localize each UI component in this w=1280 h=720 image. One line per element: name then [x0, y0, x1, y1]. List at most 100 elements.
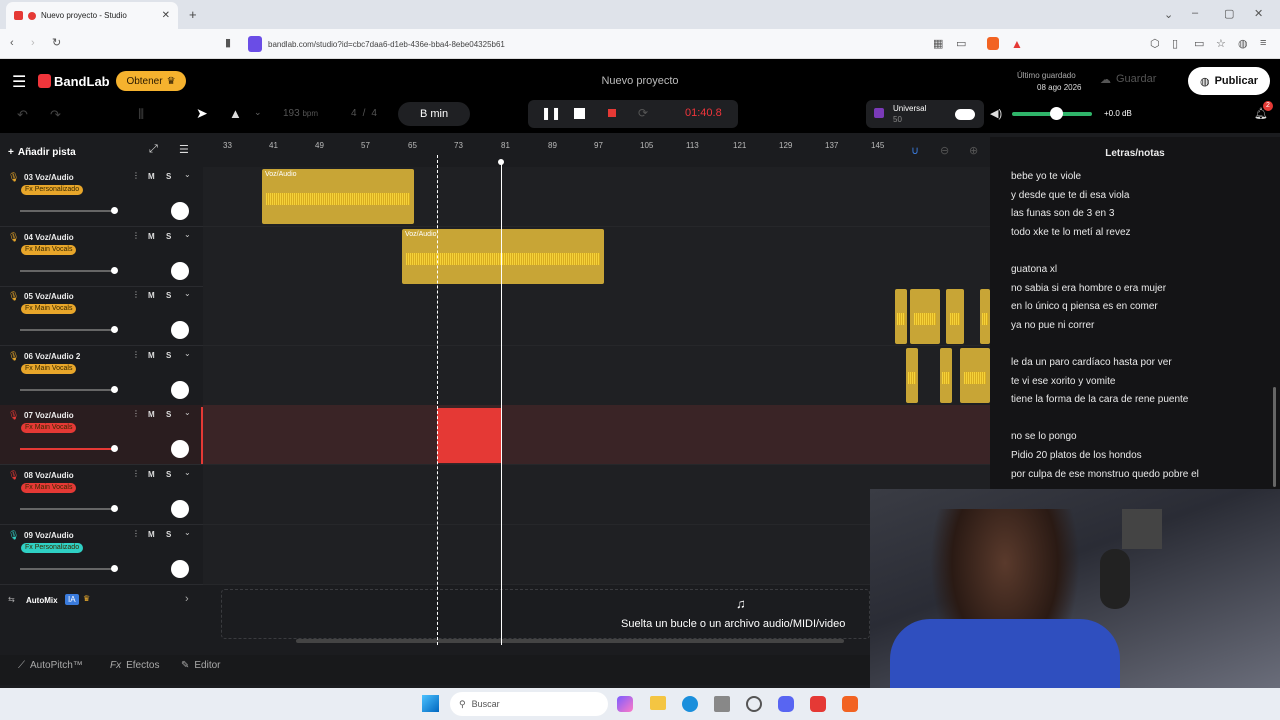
track-menu-icon[interactable]: ⋮ [132, 350, 140, 359]
track-name[interactable]: 04 Voz/Audio [24, 233, 74, 242]
track-header[interactable]: 🎙︎ 09 Voz/Audio Fx Personalizado ⋮ M S ⌄ [0, 525, 203, 585]
windows-start-icon[interactable] [422, 695, 439, 712]
chevron-down-icon[interactable]: ⌄ [184, 349, 191, 358]
audio-clip[interactable] [980, 289, 990, 344]
audio-clip[interactable] [960, 348, 990, 403]
audio-clip[interactable] [895, 289, 907, 344]
track-name[interactable]: 05 Voz/Audio [24, 292, 74, 301]
master-volume-knob[interactable] [1050, 107, 1063, 120]
record-icon[interactable] [608, 109, 616, 117]
volume-slider[interactable] [20, 567, 116, 570]
metronome-dropdown-icon[interactable]: ⌄ [254, 107, 262, 118]
audio-clip[interactable] [946, 289, 964, 344]
browser-tab[interactable]: Nuevo proyecto - Studio ✕ [6, 2, 178, 29]
audio-clip[interactable] [906, 348, 918, 403]
chevron-down-icon[interactable]: ⌄ [184, 528, 191, 537]
playhead[interactable] [501, 161, 502, 645]
track-menu-icon[interactable]: ⋮ [132, 231, 140, 240]
audio-clip[interactable]: Voz/Audio [262, 169, 414, 224]
volume-slider[interactable] [20, 329, 116, 332]
browser-menu-icon[interactable]: ≡ [1260, 37, 1266, 49]
extensions-icon[interactable]: ⬡ [1150, 37, 1160, 50]
sidebar-icon[interactable]: ▯ [1172, 37, 1178, 50]
favorites-icon[interactable]: ☆ [1216, 37, 1226, 50]
pause-icon[interactable]: ❚❚ [541, 106, 561, 120]
solo-button[interactable]: S [166, 291, 171, 300]
obtain-button[interactable]: Obtener ♛ [116, 71, 186, 91]
mute-button[interactable]: M [148, 232, 155, 241]
time-signature-field[interactable]: 4 / 4 [351, 108, 377, 119]
fx-badge[interactable]: Fx Main Vocals [21, 304, 77, 315]
audio-clip[interactable] [940, 348, 952, 403]
snap-magnet-icon[interactable]: ∪ [911, 144, 919, 157]
horizontal-scrollbar[interactable] [296, 639, 844, 643]
lyrics-panel[interactable]: Letras/notas bebe yo te viole y desde que… [990, 137, 1280, 489]
track-lane[interactable] [203, 286, 990, 347]
bpm-field[interactable]: 193 bpm [283, 108, 318, 119]
undo-icon[interactable]: ↶ [17, 107, 28, 123]
fx-badge[interactable]: Fx Main Vocals [21, 244, 77, 255]
forward-icon[interactable]: › [31, 37, 35, 49]
pan-knob[interactable] [171, 261, 189, 280]
universal-toggle[interactable] [955, 109, 975, 120]
tab-editor[interactable]: ✎ Editor [181, 660, 221, 671]
lyrics-scrollbar[interactable] [1273, 387, 1276, 487]
taskbar-search[interactable]: ⚲ Buscar [450, 692, 608, 716]
track-name[interactable]: 09 Voz/Audio [24, 531, 74, 540]
zoom-out-icon[interactable]: ⊖ [940, 144, 949, 157]
minimize-icon[interactable]: – [1192, 7, 1198, 19]
volume-slider[interactable] [20, 508, 116, 510]
close-tab-icon[interactable]: ✕ [162, 10, 170, 21]
volume-slider[interactable] [20, 210, 116, 212]
track-settings-icon[interactable]: ☰ [179, 143, 189, 156]
volume-slider[interactable] [20, 388, 116, 391]
cast-icon[interactable]: ▭ [956, 37, 966, 50]
reload-icon[interactable]: ↻ [52, 36, 61, 49]
mute-button[interactable]: M [148, 410, 155, 419]
timeline-ruler[interactable]: 33 41 49 57 65 73 81 89 97 105 113 121 129 137 145 [203, 137, 990, 155]
recording-clip[interactable] [437, 408, 501, 463]
volume-slider-handle[interactable] [111, 207, 118, 214]
metronome-icon[interactable]: ▲ [229, 106, 242, 121]
chevron-right-icon[interactable]: › [185, 593, 189, 605]
volume-slider-handle[interactable] [111, 326, 118, 334]
audio-clip[interactable]: Voz/Audio [402, 229, 604, 284]
automix-row[interactable]: ⇆ AutoMix IA ♛ › [0, 588, 203, 614]
chevron-down-icon[interactable]: ⌄ [184, 230, 191, 239]
tab-effects[interactable]: Fx Efectos [110, 660, 159, 671]
fx-badge[interactable]: Fx Personalizado [21, 542, 84, 553]
volume-slider-handle[interactable] [111, 564, 118, 572]
copilot-icon[interactable] [617, 696, 633, 712]
solo-button[interactable]: S [166, 530, 171, 539]
fx-badge[interactable]: Fx Main Vocals [21, 483, 77, 493]
chevron-down-icon[interactable]: ⌄ [184, 408, 191, 417]
volume-slider[interactable] [20, 448, 116, 451]
redo-icon[interactable]: ↷ [50, 107, 61, 123]
solo-button[interactable]: S [166, 410, 171, 419]
solo-button[interactable]: S [166, 232, 171, 241]
volume-slider-handle[interactable] [111, 445, 118, 453]
playhead-handle[interactable] [498, 159, 504, 165]
close-window-icon[interactable]: ✕ [1254, 7, 1263, 20]
volume-slider[interactable] [20, 269, 116, 272]
app-icon[interactable] [810, 696, 826, 712]
track-lane[interactable] [203, 405, 990, 466]
save-button[interactable]: ☁ Guardar [1100, 73, 1156, 86]
maximize-icon[interactable]: ▢ [1224, 7, 1234, 20]
brave-rewards-icon[interactable]: ▲ [1011, 37, 1023, 51]
track-name[interactable]: 03 Voz/Audio [24, 173, 74, 182]
track-header[interactable]: 🎙︎ 04 Voz/Audio Fx Main Vocals ⋮ M S ⌄ [0, 227, 203, 287]
mute-button[interactable]: M [148, 351, 155, 360]
chevron-down-icon[interactable]: ⌄ [184, 170, 191, 179]
audio-clip[interactable] [910, 289, 940, 344]
volume-slider-handle[interactable] [111, 505, 118, 512]
track-menu-icon[interactable]: ⋮ [132, 409, 140, 418]
track-header[interactable]: 🎙︎ 03 Voz/Audio Fx Personalizado ⋮ M S ⌄ [0, 167, 203, 227]
solo-button[interactable]: S [166, 351, 171, 360]
url-field[interactable]: bandlab.com/studio?id=cbc7daa6-d1eb-436e… [248, 34, 908, 54]
new-tab-button[interactable]: + [189, 7, 197, 22]
key-selector[interactable]: B min [398, 102, 470, 126]
track-header[interactable]: 🎙︎ 07 Voz/Audio Fx Main Vocals ⋮ M S ⌄ [0, 405, 203, 466]
back-icon[interactable]: ‹ [10, 37, 14, 49]
volume-slider-handle[interactable] [111, 385, 118, 393]
